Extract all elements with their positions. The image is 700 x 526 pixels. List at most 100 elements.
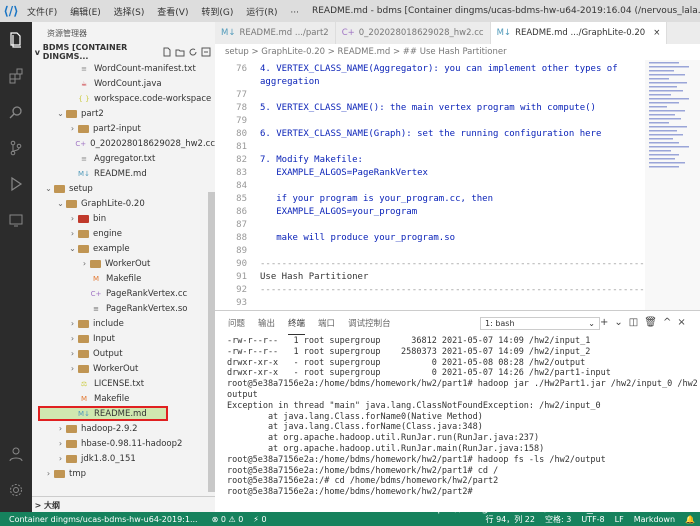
run-debug-icon[interactable]	[0, 170, 32, 198]
folder-icon	[78, 334, 89, 343]
collapse-all-icon[interactable]	[201, 47, 211, 57]
minimap[interactable]	[645, 60, 700, 310]
terminal-line: root@5e38a7156e2a:/home/bdms/homework/hw…	[227, 379, 697, 390]
account-icon[interactable]	[0, 440, 32, 468]
workspace-name: BDMS [CONTAINER DINGMS...	[42, 43, 128, 61]
close-panel-icon[interactable]: ×	[677, 317, 685, 328]
new-folder-icon[interactable]	[175, 47, 185, 57]
tree-item[interactable]: › Output	[32, 346, 215, 361]
so-file-icon: ≡	[93, 304, 99, 313]
activity-bar	[0, 22, 32, 512]
tree-item[interactable]: C+ 0_202028018629028_hw2.cc	[32, 136, 215, 151]
menu-go[interactable]: 转到(G)	[201, 8, 233, 18]
cursor-position[interactable]: 行 94，列 22	[486, 514, 535, 525]
tree-item[interactable]: ≡ Aggregator.txt	[32, 151, 215, 166]
end-of-line[interactable]: LF	[615, 515, 624, 524]
menu-edit[interactable]: 编辑(E)	[70, 8, 101, 18]
tree-item[interactable]: ⌄ part2	[32, 106, 215, 121]
language-mode[interactable]: Markdown	[634, 515, 675, 524]
chevron-up-icon[interactable]: ^	[663, 317, 671, 328]
tree-item[interactable]: › jdk1.8.0_151	[32, 451, 215, 466]
trash-icon[interactable]: 🗑	[644, 317, 657, 328]
tree-item[interactable]: › Input	[32, 331, 215, 346]
encoding[interactable]: UTF-8	[581, 515, 604, 524]
tree-item[interactable]: ≡ WordCount-manifest.txt	[32, 61, 215, 76]
tab-problems[interactable]: 问题	[228, 311, 245, 335]
outline-header[interactable]: > 大纲	[32, 496, 215, 512]
tree-item[interactable]: ⚖ LICENSE.txt	[32, 376, 215, 391]
tree-item[interactable]: › WorkerOut	[32, 256, 215, 271]
tree-item[interactable]: ≡ PageRankVertex.so	[32, 301, 215, 316]
refresh-icon[interactable]	[188, 47, 198, 57]
code-line: 80 6. VERTEX_CLASS_NAME(Graph): set the r…	[215, 129, 601, 142]
sidebar-scrollbar[interactable]	[208, 192, 215, 492]
tree-item[interactable]: › WorkerOut	[32, 361, 215, 376]
tree-item[interactable]: C+ PageRankVertex.cc	[32, 286, 215, 301]
breadcrumb[interactable]: setup > GraphLite-0.20 > README.md > ## …	[215, 44, 700, 60]
new-file-icon[interactable]	[162, 47, 172, 57]
line-number: 82	[236, 155, 247, 165]
problems-count[interactable]: ⊗ 0 ⚠ 0	[212, 515, 244, 524]
chevron-right-icon: ›	[46, 469, 51, 478]
code-line: 83 EXAMPLE_ALGOS=PageRankVertex	[215, 168, 428, 181]
terminal-line: drwxr-xr-x - root supergroup 0 2021-05-0…	[227, 368, 611, 379]
notifications-bell-icon[interactable]: 🔔	[685, 515, 695, 524]
tree-item[interactable]: ⌄ example	[32, 241, 215, 256]
tab-hw2-cc[interactable]: C+ 0_202028018629028_hw2.cc	[336, 22, 491, 44]
tab-readme-part2[interactable]: M↓ README.md .../part2	[215, 22, 336, 44]
tree-item[interactable]: M Makefile	[32, 271, 215, 286]
explorer-icon[interactable]	[0, 26, 32, 54]
tab-output[interactable]: 输出	[258, 311, 275, 335]
menu-view[interactable]: 查看(V)	[157, 8, 188, 18]
search-icon[interactable]	[0, 98, 32, 126]
source-control-icon[interactable]	[0, 134, 32, 162]
bottom-panel: 问题 输出 终端 端口 调试控制台 1: bash ⌄ + ⌄ ◫ 🗑 ^ × …	[215, 310, 700, 513]
ports-count[interactable]: ⚡ 0	[253, 515, 266, 524]
code-editor[interactable]: 76 4. VERTEX_CLASS_NAME(Aggregator): you …	[215, 60, 645, 310]
tree-item-label: WordCount-manifest.txt	[94, 63, 196, 74]
tree-item[interactable]: ⌄ setup	[32, 181, 215, 196]
tree-item[interactable]: ⌄ GraphLite-0.20	[32, 196, 215, 211]
tab-terminal[interactable]: 终端	[288, 311, 306, 335]
new-terminal-icon[interactable]: +	[600, 317, 608, 328]
menu-more[interactable]: ···	[290, 8, 299, 18]
menu-selection[interactable]: 选择(S)	[114, 8, 145, 18]
tree-item[interactable]: M Makefile	[32, 391, 215, 406]
extensions-icon[interactable]	[0, 62, 32, 90]
tree-item[interactable]: › bin	[32, 211, 215, 226]
terminal-select[interactable]: 1: bash ⌄	[480, 317, 600, 330]
close-icon[interactable]: ×	[653, 28, 660, 38]
tree-item[interactable]: › hadoop-2.9.2	[32, 421, 215, 436]
tree-item[interactable]: M↓ README.md	[38, 406, 168, 421]
chevron-down-icon: ⌄	[57, 199, 64, 208]
make-file-icon: M	[92, 274, 100, 283]
line-number: 89	[236, 246, 247, 256]
tree-item[interactable]: › tmp	[32, 466, 215, 481]
remote-indicator[interactable]: Container dingms/ucas-bdms-hw-u64-2019:1…	[5, 514, 202, 524]
workspace-header[interactable]: v BDMS [CONTAINER DINGMS...	[32, 43, 215, 61]
tree-item[interactable]: M↓ README.md	[32, 166, 215, 181]
tab-debug-console[interactable]: 调试控制台	[348, 311, 391, 335]
chevron-down-icon[interactable]: ⌄	[614, 317, 622, 328]
tab-readme-graphlite[interactable]: M↓ README.md .../GraphLite-0.20 ×	[490, 22, 668, 44]
explorer-sidebar: 资源管理器 v BDMS [CONTAINER DINGMS... ≡ WordC…	[32, 22, 215, 512]
tree-item[interactable]: { } workspace.code-workspace	[32, 91, 215, 106]
tree-item[interactable]: › part2-input	[32, 121, 215, 136]
code-line: 81	[215, 142, 260, 155]
split-terminal-icon[interactable]: ◫	[629, 317, 638, 328]
menu-run[interactable]: 运行(R)	[246, 8, 277, 18]
indentation[interactable]: 空格: 3	[545, 514, 571, 525]
line-number: 80	[236, 129, 247, 139]
tab-ports[interactable]: 端口	[318, 311, 335, 335]
remote-explorer-icon[interactable]	[0, 206, 32, 234]
menu-file[interactable]: 文件(F)	[27, 8, 57, 18]
tree-item[interactable]: › engine	[32, 226, 215, 241]
terminal-output[interactable]: -rw-r--r-- 1 root supergroup 36812 2021-…	[227, 336, 697, 513]
markdown-file-icon: M↓	[496, 28, 512, 38]
tree-item[interactable]: › hbase-0.98.11-hadoop2	[32, 436, 215, 451]
chevron-right-icon: ›	[70, 364, 75, 373]
tree-item[interactable]: › include	[32, 316, 215, 331]
settings-gear-icon[interactable]	[0, 476, 32, 504]
tree-item[interactable]: ☕ WordCount.java	[32, 76, 215, 91]
tree-item-label: part2-input	[93, 123, 141, 134]
